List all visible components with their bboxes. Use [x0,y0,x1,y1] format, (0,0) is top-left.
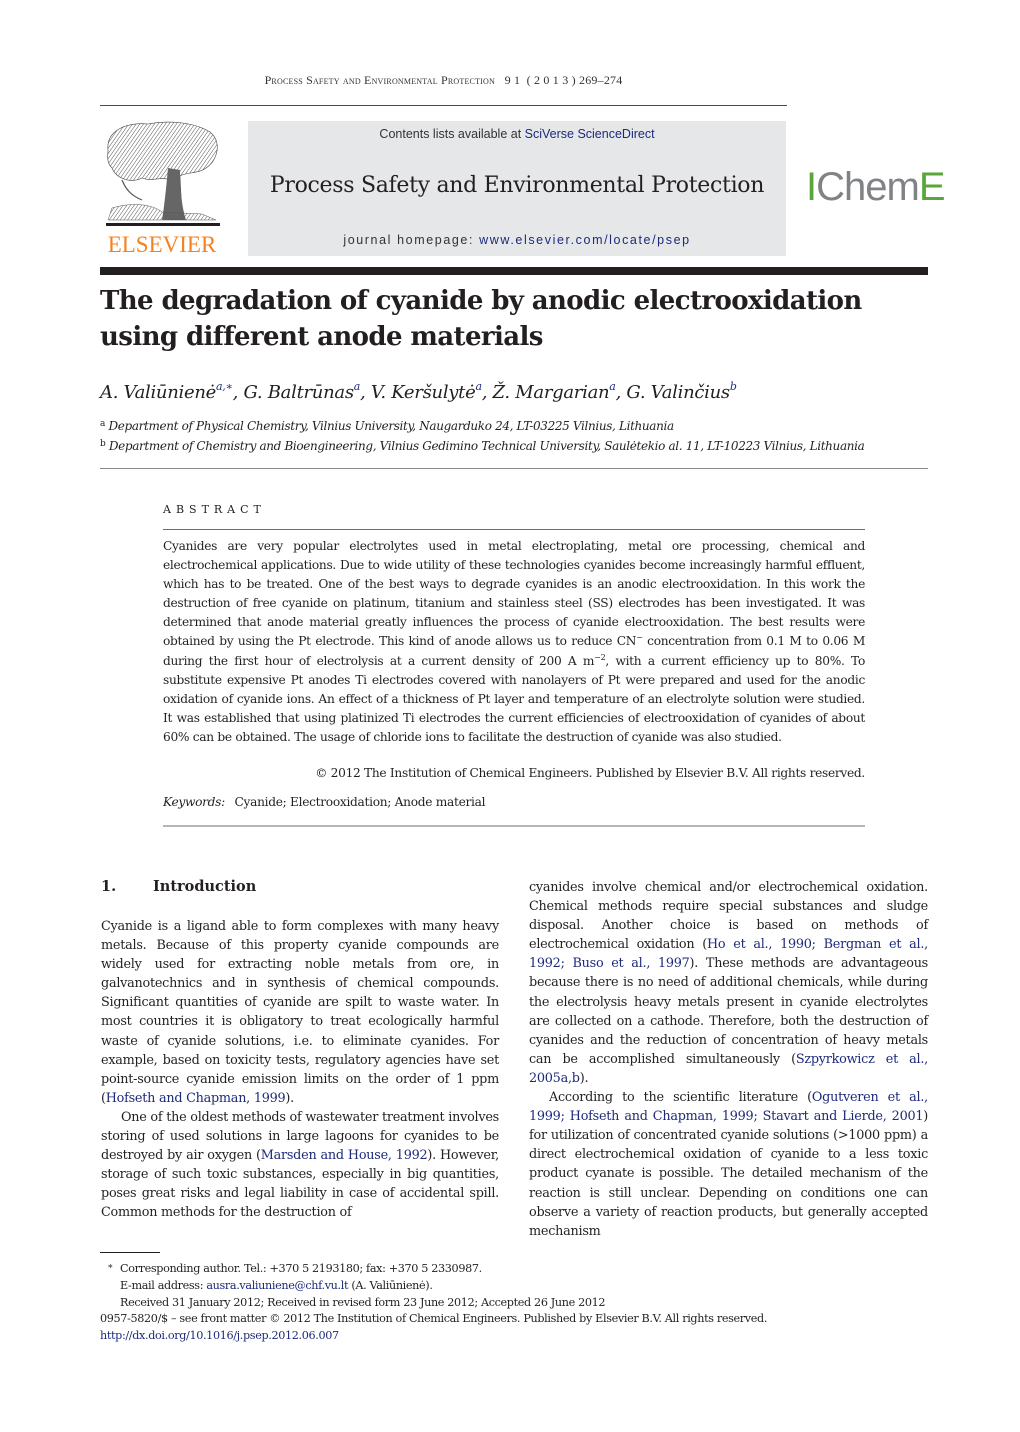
author-name[interactable]: V. Keršulytė [371,382,476,403]
homepage-prefix: journal homepage: [343,233,480,247]
icheme-logo: IChemE [806,165,946,209]
citation-link[interactable]: Stavart and Lierde, 2001 [763,1109,924,1124]
footnote-text: Corresponding author. Tel.: +370 5 21931… [120,1262,482,1275]
contents-availability: Contents lists available at SciVerse Sci… [248,127,786,141]
abstract-top-rule [163,529,865,530]
paragraph: Cyanide is a ligand able to form complex… [101,917,499,1108]
header-divider [100,105,787,106]
abstract-copyright: © 2012 The Institution of Chemical Engin… [315,766,865,780]
article-history: Received 31 January 2012; Received in re… [120,1295,606,1309]
contents-prefix: Contents lists available at [379,127,525,141]
running-header-pages: 269–274 [579,73,623,87]
abstract-text: Cyanides are very popular electrolytes u… [163,537,865,747]
keywords-label: Keywords: [163,795,225,809]
section-title: Introduction [153,878,257,895]
author-name[interactable]: A. Valiūnienė [100,382,216,403]
email-link[interactable]: ausra.valiuniene@chf.vu.lt [206,1279,348,1292]
author-affiliation-mark[interactable]: a [354,380,361,393]
paragraph: According to the scientific literature (… [529,1088,928,1241]
citation-separator: ; [560,956,573,972]
abstract-bottom-rule [163,825,865,827]
section-heading-introduction: 1. Introduction [101,878,256,895]
icheme-logo-e: E [918,165,946,209]
paragraph-text: According to the scientific literature ( [549,1090,812,1106]
citation-separator: ; [811,937,824,953]
icheme-logo-chem: Chem [816,165,920,209]
running-header: Process Safety and Environmental Protect… [100,73,787,88]
journal-masthead: Contents lists available at SciVerse Sci… [248,121,786,256]
affiliation-a: a Department of Physical Chemistry, Viln… [100,419,674,433]
body-column-left: Cyanide is a ligand able to form complex… [101,917,499,1223]
footnote-mark: ∗ [107,1262,113,1272]
journal-homepage: journal homepage: www.elsevier.com/locat… [248,233,786,247]
keywords-list: Cyanide; Electrooxidation; Anode materia… [234,795,486,809]
affiliation-divider [100,468,928,469]
citation-link[interactable]: Hofseth and Chapman, 1999 [106,1091,286,1106]
paragraph: One of the oldest methods of wastewater … [101,1108,499,1223]
abstract-text-part: Cyanides are very popular electrolytes u… [163,539,865,649]
corresponding-author-note: ∗ Corresponding author. Tel.: +370 5 2193… [100,1259,880,1278]
issn-copyright-line: 0957-5820/$ – see front matter © 2012 Th… [100,1312,768,1326]
running-header-journal: Process Safety and Environmental Protect… [264,73,495,87]
email-label: E-mail address: [120,1278,207,1292]
icheme-logo-i: I [806,165,817,209]
elsevier-logo: ELSEVIER [100,120,224,260]
elsevier-wordmark: ELSEVIER [107,232,217,257]
keywords: Keywords: Cyanide; Electrooxidation; Ano… [163,795,485,809]
footnote-rule [100,1252,160,1253]
masthead-thick-rule [100,267,928,275]
author-affiliation-mark[interactable]: b [730,380,737,393]
author-affiliation-mark[interactable]: a,∗ [216,380,233,393]
affiliation-mark: b [100,439,106,449]
paragraph-text: ). [285,1090,294,1106]
author-affiliation-mark[interactable]: a [609,380,616,393]
journal-name: Process Safety and Environmental Protect… [269,173,765,198]
running-header-volume: 9 1 [504,73,521,87]
citation-link[interactable]: Buso et al., 1997 [572,956,689,971]
running-header-year: ( 2 0 1 3 ) [526,73,576,87]
article-title: The degradation of cyanide by anodic ele… [100,286,862,352]
section-number: 1. [101,878,117,895]
author-list: A. Valiūnienėa,∗, G. Baltrūnasa, V. Kerš… [100,380,737,403]
paragraph-text: ). [579,1070,589,1086]
citation-separator: ; [560,1109,570,1125]
citation-separator: ; [753,1109,763,1125]
paragraph-text: ) for utilization of concentrated cyanid… [529,1109,929,1239]
citation-link[interactable]: Hofseth and Chapman, 1999 [570,1109,754,1124]
citation-link[interactable]: Ho et al., 1990 [707,937,812,952]
affiliation-b: b Department of Chemistry and Bioenginee… [100,439,865,453]
sciencedirect-link[interactable]: SciVerse ScienceDirect [525,127,655,141]
affiliation-mark: a [100,419,106,429]
elsevier-tree-icon [106,121,220,226]
paragraph-text: ). These methods are advantageous becaus… [529,956,928,1067]
footnotes: ∗ Corresponding author. Tel.: +370 5 2193… [100,1259,880,1345]
author-name[interactable]: G. Baltrūnas [243,382,354,403]
journal-homepage-link[interactable]: www.elsevier.com/locate/psep [479,233,691,247]
author-affiliation-mark[interactable]: a [475,380,482,393]
author-name[interactable]: Ž. Margarian [493,382,610,403]
paragraph: cyanides involve chemical and/or electro… [529,878,928,1088]
author-name[interactable]: G. Valinčius [626,382,730,403]
affiliation-text: Department of Chemistry and Bioengineeri… [108,439,865,453]
doi-link[interactable]: http://dx.doi.org/10.1016/j.psep.2012.06… [100,1329,339,1342]
email-note: E-mail address: ausra.valiuniene@chf.vu.… [100,1278,880,1295]
citation-link[interactable]: Marsden and House, 1992 [261,1148,428,1163]
abstract-heading: ABSTRACT [163,503,266,516]
affiliation-text: Department of Physical Chemistry, Vilniu… [108,419,675,433]
superscript: −2 [594,652,606,662]
paragraph-text: Cyanide is a ligand able to form complex… [101,919,499,1106]
body-column-right: cyanides involve chemical and/or electro… [529,878,928,1241]
email-suffix: (A. Valiūnienė). [348,1278,433,1292]
